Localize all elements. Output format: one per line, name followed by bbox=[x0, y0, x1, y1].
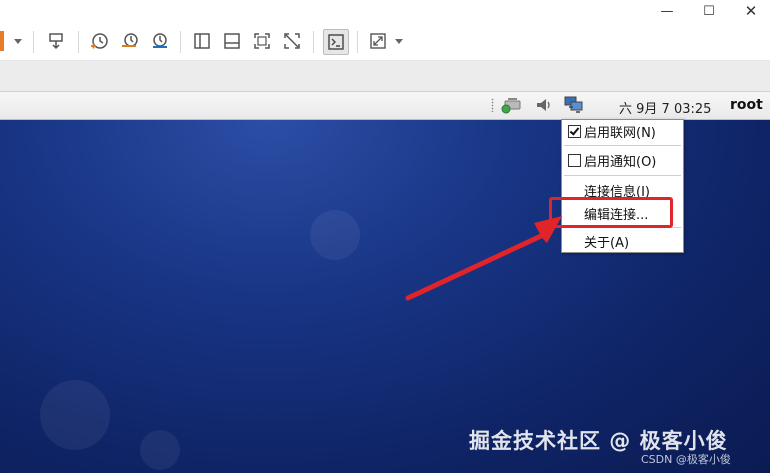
unity-icon[interactable] bbox=[280, 29, 304, 53]
power-orange-icon[interactable] bbox=[0, 31, 4, 51]
desktop-decoration bbox=[310, 210, 360, 260]
menu-item-label: 启用通知(O) bbox=[584, 154, 657, 170]
panel-clock[interactable]: 六 9月 7 03:25 bbox=[619, 98, 711, 117]
maximize-button[interactable]: ☐ bbox=[692, 0, 726, 22]
toolbar-divider bbox=[78, 31, 79, 53]
menu-item-label: 启用联网(N) bbox=[584, 125, 656, 141]
restore-snapshot-icon[interactable] bbox=[118, 29, 142, 53]
desktop-decoration bbox=[40, 380, 110, 450]
menu-item-about[interactable]: 关于(A) bbox=[562, 230, 683, 252]
fullscreen-icon[interactable] bbox=[250, 29, 274, 53]
menu-item-enable-notifications[interactable]: 启用通知(O) bbox=[562, 149, 683, 171]
thumbnail-icon[interactable] bbox=[220, 29, 244, 53]
menu-separator bbox=[564, 175, 681, 176]
volume-icon[interactable] bbox=[533, 95, 555, 115]
close-button[interactable]: ✕ bbox=[734, 0, 768, 22]
sidebar-icon[interactable] bbox=[190, 29, 214, 53]
menu-separator bbox=[564, 145, 681, 146]
toolbar-divider bbox=[33, 31, 34, 53]
menu-item-enable-networking[interactable]: 启用联网(N) bbox=[562, 120, 683, 142]
console-icon[interactable] bbox=[323, 29, 349, 55]
window-titlebar: — ☐ ✕ bbox=[0, 0, 770, 22]
toolbar-strip bbox=[0, 61, 770, 92]
chevron-down-icon[interactable] bbox=[395, 39, 403, 44]
chevron-down-icon[interactable] bbox=[14, 39, 22, 44]
panel-user[interactable]: root bbox=[730, 97, 763, 113]
network-context-menu: 启用联网(N) 启用通知(O) 连接信息(I) 编辑连接... 关于(A) bbox=[561, 119, 684, 253]
panel-grip-handle[interactable] bbox=[491, 98, 494, 112]
snapshot-icon[interactable] bbox=[87, 29, 111, 53]
network-computer-icon[interactable] bbox=[563, 95, 585, 115]
menu-item-label: 关于(A) bbox=[584, 235, 630, 251]
desktop-decoration bbox=[140, 430, 180, 470]
send-keys-icon[interactable] bbox=[44, 29, 68, 53]
checkbox-unchecked-icon[interactable] bbox=[568, 153, 581, 167]
snapshot-manager-icon[interactable] bbox=[148, 29, 172, 53]
vm-toolbar bbox=[0, 22, 770, 61]
toolbar-divider bbox=[180, 31, 181, 53]
toolbar-divider bbox=[357, 31, 358, 53]
toolbar-divider bbox=[313, 31, 314, 53]
minimize-button[interactable]: — bbox=[650, 0, 684, 22]
checkbox-checked-icon[interactable] bbox=[568, 124, 581, 138]
watermark-credit: CSDN @极客小俊 bbox=[641, 453, 731, 466]
annotation-highlight-box bbox=[549, 197, 673, 228]
network-manager-icon[interactable] bbox=[500, 95, 522, 115]
guest-top-panel: 六 9月 7 03:25 root bbox=[0, 92, 770, 120]
stretch-icon[interactable] bbox=[366, 29, 390, 53]
